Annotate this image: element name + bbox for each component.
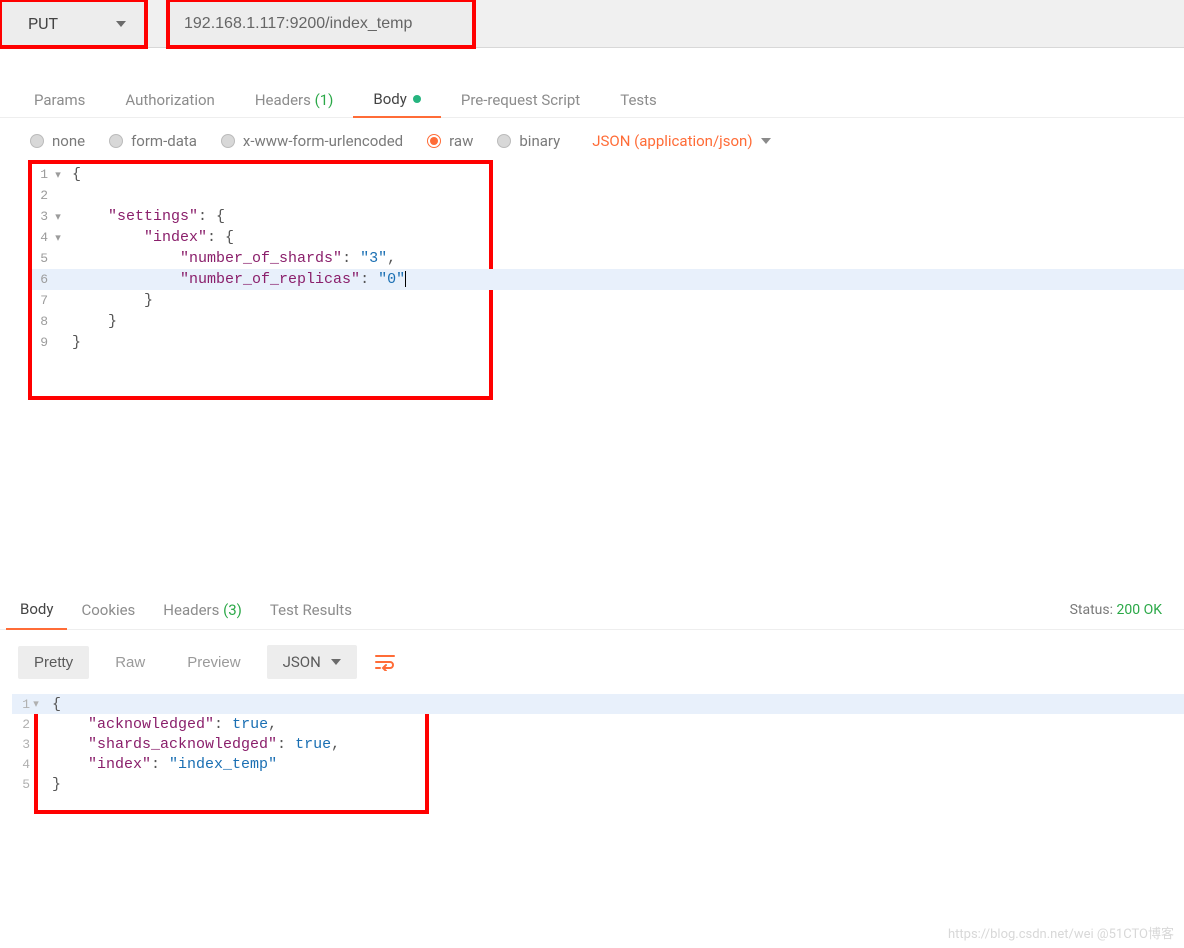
view-preview-button[interactable]: Preview [171, 646, 256, 679]
tab-tests[interactable]: Tests [600, 82, 677, 118]
wrap-lines-button[interactable] [367, 644, 403, 680]
tab-authorization[interactable]: Authorization [105, 82, 234, 118]
watermark: https://blog.csdn.net/wei @51CTO博客 [948, 923, 1174, 942]
tab-params[interactable]: Params [14, 82, 105, 118]
http-method-value: PUT [28, 14, 58, 33]
view-raw-button[interactable]: Raw [99, 646, 161, 679]
radio-icon [109, 134, 123, 148]
radio-icon [427, 134, 441, 148]
request-bar: PUT [0, 0, 1184, 48]
radio-binary[interactable]: binary [497, 132, 560, 150]
radio-icon [497, 134, 511, 148]
wrap-icon [374, 653, 396, 671]
response-tabs: Body Cookies Headers (3) Test Results St… [0, 590, 1184, 630]
tab-headers-count: (1) [315, 91, 334, 109]
radio-xwww[interactable]: x-www-form-urlencoded [221, 132, 403, 150]
tab-headers-label: Headers [255, 91, 311, 109]
url-input-wrap [166, 0, 476, 49]
radio-icon [221, 134, 235, 148]
tab-body[interactable]: Body [353, 82, 440, 118]
radio-none[interactable]: none [30, 132, 85, 150]
resp-tab-body[interactable]: Body [6, 590, 67, 630]
resp-tab-test-results[interactable]: Test Results [256, 590, 366, 630]
body-type-options: none form-data x-www-form-urlencoded raw… [0, 118, 1184, 160]
view-pretty-button[interactable]: Pretty [18, 646, 89, 679]
tab-body-label: Body [373, 90, 406, 108]
body-indicator-icon [413, 95, 421, 103]
response-view-bar: Pretty Raw Preview JSON [0, 630, 1184, 694]
content-type-select[interactable]: JSON (application/json) [592, 132, 770, 150]
radio-raw[interactable]: raw [427, 132, 473, 150]
url-input[interactable] [184, 15, 458, 33]
response-format-select[interactable]: JSON [267, 645, 357, 679]
chevron-down-icon [331, 659, 341, 665]
request-body-editor[interactable]: 1▾{ 2 3▾ "settings": { 4▾ "index": { 5 "… [28, 160, 493, 400]
http-method-select[interactable]: PUT [0, 0, 148, 49]
resp-tab-headers[interactable]: Headers (3) [149, 590, 256, 630]
chevron-down-icon [761, 138, 771, 144]
tab-headers[interactable]: Headers (1) [235, 82, 354, 118]
chevron-down-icon [116, 21, 126, 27]
response-body-editor[interactable]: 1▾{ 2 "acknowledged": true, 3 "shards_ac… [34, 694, 429, 814]
radio-icon [30, 134, 44, 148]
response-status: Status: 200 OK [1070, 602, 1178, 618]
radio-form-data[interactable]: form-data [109, 132, 197, 150]
request-tabs: Params Authorization Headers (1) Body Pr… [0, 82, 1184, 118]
resp-tab-cookies[interactable]: Cookies [67, 590, 149, 630]
tab-prerequest[interactable]: Pre-request Script [441, 82, 600, 118]
